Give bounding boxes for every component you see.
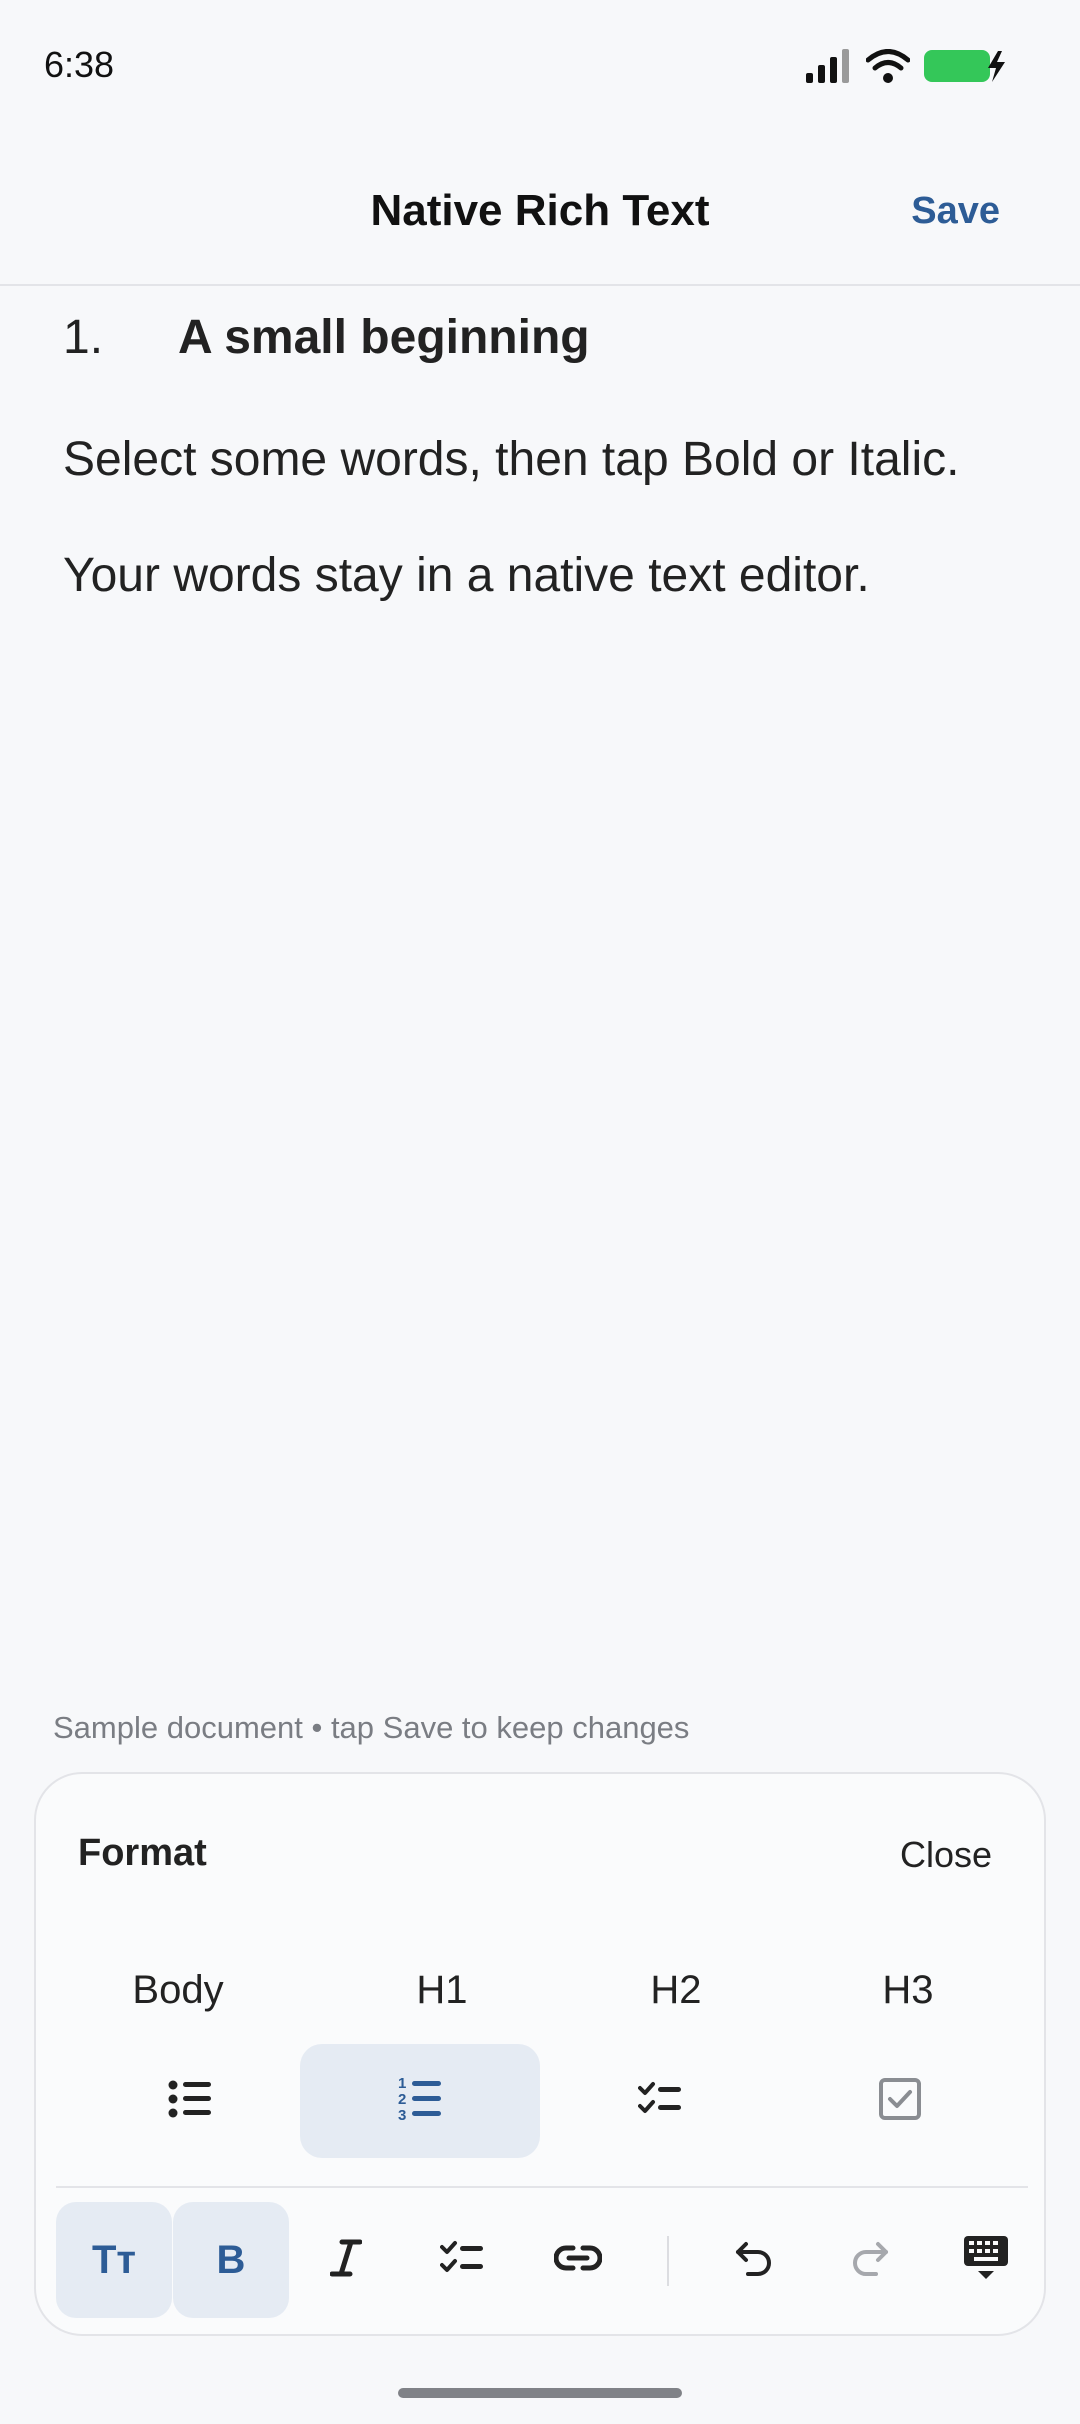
rich-text-editor[interactable]: 1. A small beginning Select some words, … [63, 310, 1023, 616]
format-panel-title: Format [78, 1832, 207, 1874]
bold-icon: B [216, 2237, 246, 2282]
style-h1-button[interactable]: H1 [342, 1940, 542, 2040]
heading-text[interactable]: A small beginning [178, 310, 590, 365]
text-size-button[interactable]: Tт [56, 2202, 172, 2318]
format-panel: Format Close Body H1 H2 H3 1 2 3 Tт B [34, 1772, 1046, 2336]
italic-button[interactable] [288, 2202, 404, 2318]
checklist-icon [638, 2081, 682, 2122]
undo-button[interactable] [696, 2202, 812, 2318]
svg-text:3: 3 [398, 2107, 406, 2124]
status-time: 6:38 [44, 44, 115, 85]
hint-text: Sample document • tap Save to keep chang… [53, 1710, 690, 1745]
svg-text:2: 2 [398, 2091, 406, 2108]
signal-icon [806, 48, 852, 88]
numbered-heading[interactable]: 1. A small beginning [63, 310, 1023, 390]
style-body-button[interactable]: Body [78, 1940, 278, 2040]
divider [56, 2186, 1028, 2188]
paragraph[interactable]: Select some words, then tap Bold or Ital… [63, 420, 1023, 500]
paragraph[interactable]: Your words stay in a native text editor. [63, 536, 1023, 616]
style-h2-button[interactable]: H2 [576, 1940, 776, 2040]
bullet-list-icon [168, 2079, 212, 2124]
status-icons [806, 48, 1006, 88]
link-button[interactable] [520, 2202, 636, 2318]
bold-button[interactable]: B [173, 2202, 289, 2318]
svg-text:1: 1 [398, 2075, 406, 2092]
dismiss-keyboard-button[interactable] [928, 2202, 1044, 2318]
redo-icon [850, 2240, 890, 2281]
text-size-icon: Tт [91, 2237, 137, 2282]
close-button[interactable]: Close [900, 1834, 992, 1876]
status-bar: 6:38 [0, 0, 1080, 120]
bullet-list-button[interactable] [70, 2044, 310, 2158]
checklist-icon [440, 2240, 484, 2281]
style-h3-button[interactable]: H3 [808, 1940, 1008, 2040]
battery-charging-icon [924, 49, 1006, 88]
save-button[interactable]: Save [911, 190, 1000, 233]
link-icon [553, 2244, 603, 2277]
home-indicator[interactable] [398, 2388, 682, 2398]
format-toolbar: Tт B [56, 2202, 1028, 2318]
list-number: 1. [63, 311, 104, 364]
checkbox-icon [879, 2077, 921, 2125]
checklist-toolbar-button[interactable] [404, 2202, 520, 2318]
undo-icon [734, 2240, 774, 2281]
checklist-button[interactable] [540, 2044, 780, 2158]
paragraph-style-row: Body H1 H2 H3 [36, 1940, 1048, 2040]
nav-bar: Native Rich Text Save [0, 150, 1080, 286]
numbered-list-icon: 1 2 3 [398, 2074, 442, 2129]
list-style-row: 1 2 3 [36, 2040, 1048, 2158]
italic-icon [329, 2238, 363, 2283]
numbered-list-button[interactable]: 1 2 3 [300, 2044, 540, 2158]
checkbox-button[interactable] [780, 2044, 1020, 2158]
redo-button[interactable] [812, 2202, 928, 2318]
keyboard-dismiss-icon [962, 2234, 1010, 2287]
wifi-icon [865, 48, 911, 88]
toolbar-separator [667, 2236, 669, 2286]
